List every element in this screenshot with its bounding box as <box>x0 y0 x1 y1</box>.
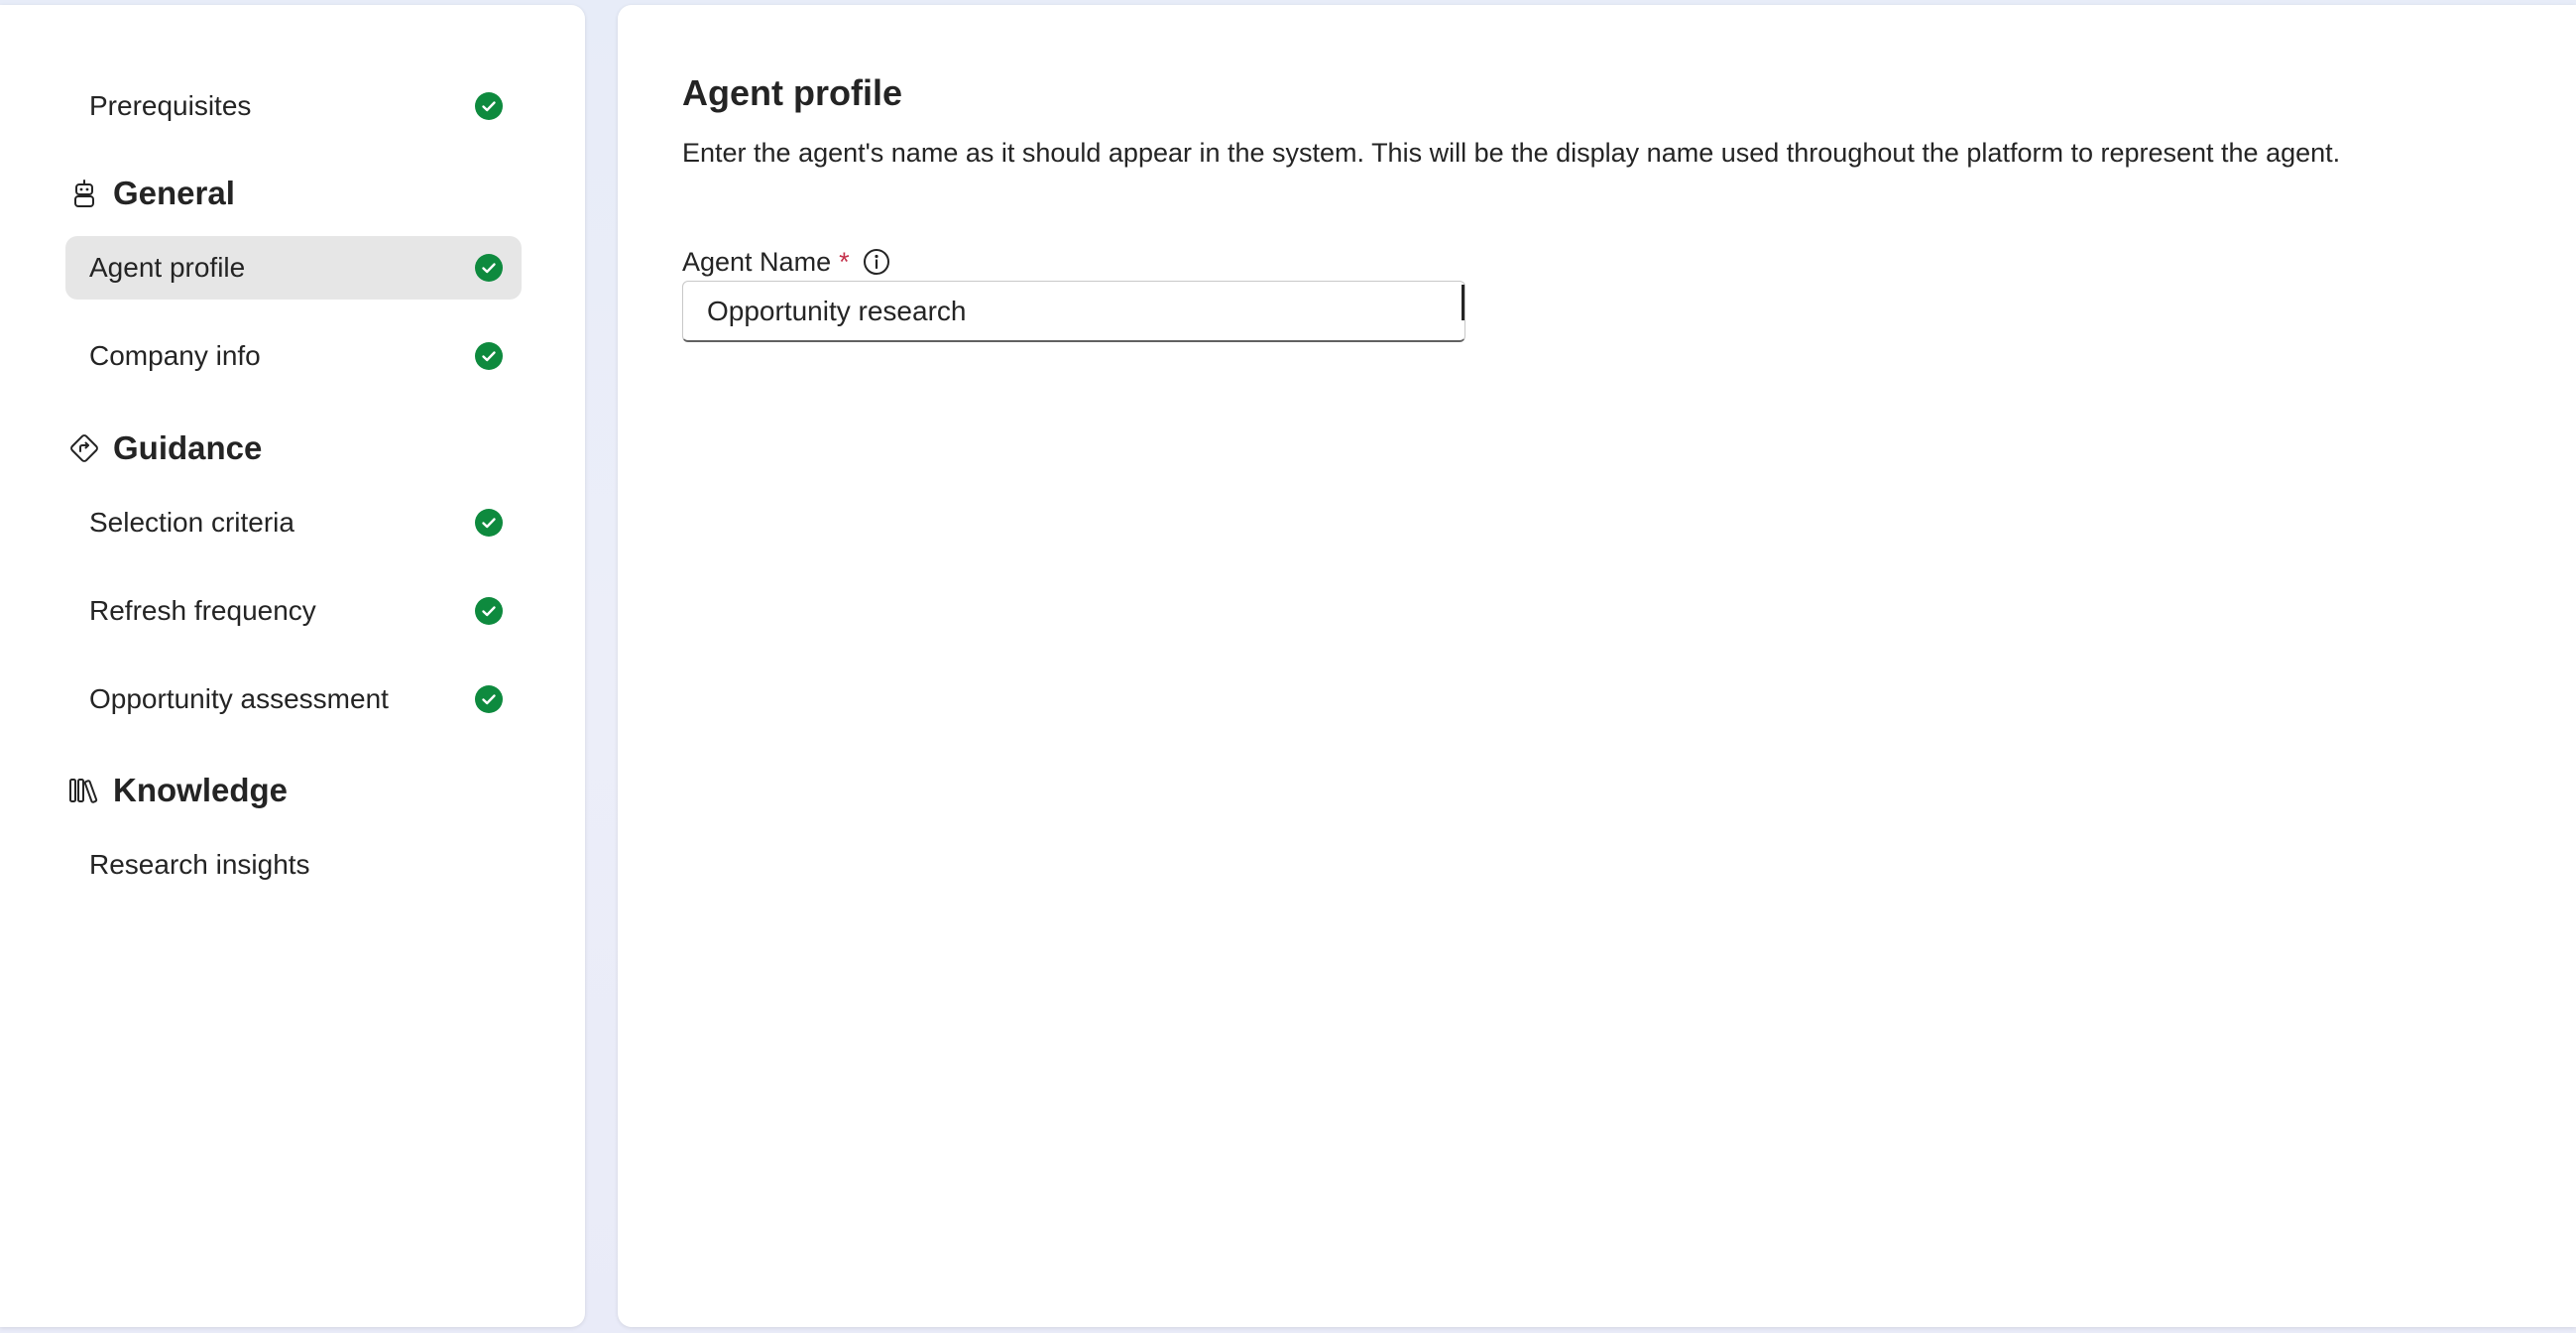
sidebar-item-research-insights[interactable]: Research insights <box>65 833 522 897</box>
sidebar-item-label: Company info <box>89 340 261 371</box>
sidebar-item-label: Research insights <box>89 849 310 880</box>
sidebar-item-opportunity-assessment[interactable]: Opportunity assessment <box>65 667 522 731</box>
sidebar-item-prerequisites[interactable]: Prerequisites <box>65 74 522 138</box>
check-circle-icon <box>475 342 503 370</box>
check-circle-icon <box>475 597 503 625</box>
sidebar-item-label: Selection criteria <box>89 507 294 538</box>
section-label: Knowledge <box>113 772 289 808</box>
check-circle-icon <box>475 685 503 713</box>
wizard-sidebar: Prerequisites General Agent profile Comp… <box>0 5 585 1327</box>
main-content: Agent profile Enter the agent's name as … <box>618 5 2576 1327</box>
check-circle-icon <box>475 509 503 537</box>
check-circle-icon <box>475 254 503 282</box>
sidebar-item-company-info[interactable]: Company info <box>65 324 522 388</box>
agent-name-input[interactable] <box>682 281 1465 342</box>
library-books-icon <box>69 779 98 803</box>
info-icon[interactable] <box>862 247 891 277</box>
sidebar-item-label: Opportunity assessment <box>89 683 389 714</box>
sidebar-item-label: Prerequisites <box>89 90 252 121</box>
section-label: General <box>113 175 235 211</box>
sidebar-item-agent-profile[interactable]: Agent profile <box>65 236 522 300</box>
sidebar-item-selection-criteria[interactable]: Selection criteria <box>65 491 522 554</box>
page-description: Enter the agent's name as it should appe… <box>682 138 2341 168</box>
check-circle-icon <box>475 92 503 120</box>
field-label: Agent Name <box>682 246 832 277</box>
sidebar-item-label: Refresh frequency <box>89 595 316 626</box>
bot-icon <box>74 180 94 207</box>
page-title: Agent profile <box>682 72 902 113</box>
required-marker: * <box>839 246 850 277</box>
direction-sign-icon <box>70 434 98 462</box>
text-caret <box>1462 285 1464 320</box>
sidebar-item-refresh-frequency[interactable]: Refresh frequency <box>65 579 522 643</box>
agent-name-label-row: Agent Name * <box>682 243 891 281</box>
section-label: Guidance <box>113 429 263 466</box>
sidebar-item-label: Agent profile <box>89 252 246 283</box>
